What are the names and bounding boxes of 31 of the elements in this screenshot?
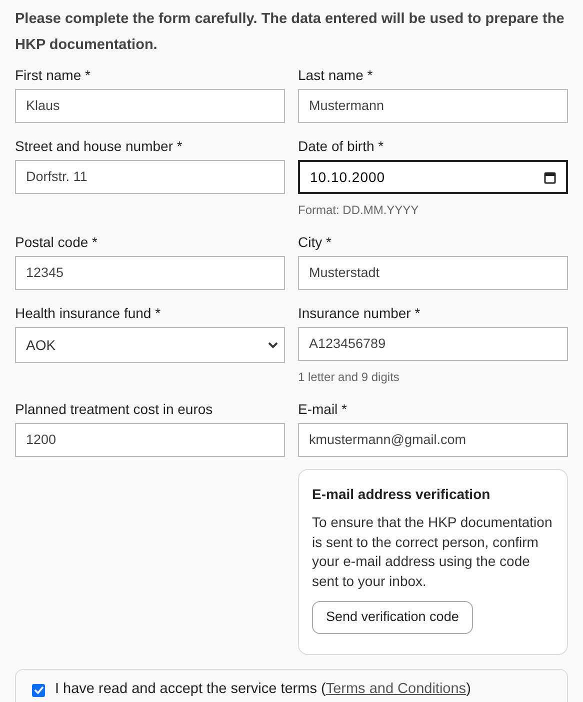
terms-link[interactable]: Terms and Conditions <box>326 681 466 698</box>
input-field[interactable]: kmustermann@gmail.com <box>298 423 568 457</box>
input-field[interactable]: Musterstadt <box>298 256 568 290</box>
input-field[interactable]: Mustermann <box>298 89 568 123</box>
field-hint: Format: DD.MM.YYYY <box>298 202 420 219</box>
field-label: Street and house number * <box>15 137 184 155</box>
field-label: Health insurance fund * <box>15 304 162 322</box>
chevron-down-icon <box>268 342 278 348</box>
input-field[interactable]: 1200 <box>15 423 285 457</box>
send-code-button[interactable]: Send verification code <box>312 601 473 634</box>
input-field[interactable]: 12345 <box>15 256 285 290</box>
field-label: Insurance number * <box>298 304 422 322</box>
field-label: First name * <box>15 66 92 84</box>
input-field[interactable]: Klaus <box>15 89 285 123</box>
input-field[interactable]: Dorfstr. 11 <box>15 160 285 194</box>
verification-title: E-mail address verification <box>312 485 492 504</box>
field-label: Postal code * <box>15 233 98 251</box>
input-field[interactable]: A123456789 <box>298 327 568 361</box>
date-field[interactable]: 10.10.2000 <box>298 160 568 194</box>
intro-text: Please complete the form carefully. The data entered will be used to prepare the HKP documentation. <box>15 10 566 55</box>
calendar-icon[interactable] <box>544 170 556 184</box>
terms-text: I have read and accept the service terms (Terms and Conditions) <box>55 680 471 700</box>
field-label: City * <box>298 233 332 251</box>
field-hint: 1 letter and 9 digits <box>298 369 400 386</box>
verification-text: To ensure that the HKP documentation is sent to the correct person, confirm your e-mail address using the code sent to your inbox. <box>312 513 554 591</box>
field-label: E-mail * <box>298 400 348 418</box>
checkbox[interactable] <box>32 684 45 696</box>
field-label: Planned treatment cost in euros <box>15 400 214 418</box>
field-label: Last name * <box>298 66 374 84</box>
field-label: Date of birth * <box>298 137 385 155</box>
dropdown[interactable]: AOK <box>15 327 285 363</box>
